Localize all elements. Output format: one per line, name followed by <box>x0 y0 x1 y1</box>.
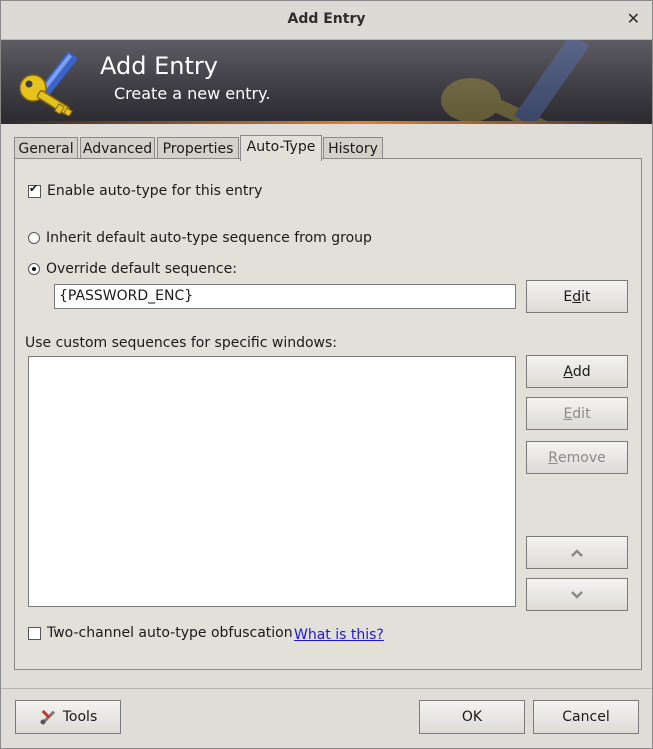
add-association-button[interactable]: Add <box>526 355 628 388</box>
add-label-post: dd <box>572 363 591 380</box>
chevron-up-icon <box>571 548 583 557</box>
close-icon[interactable]: ✕ <box>627 9 640 28</box>
remove-association-button[interactable]: Remove <box>526 441 628 474</box>
move-up-button[interactable] <box>526 536 628 569</box>
cancel-button[interactable]: Cancel <box>533 700 639 734</box>
edit-sequence-label-post: it <box>581 288 591 305</box>
edit-sequence-accel: d <box>572 288 582 305</box>
enable-autotype-label: Enable auto-type for this entry <box>47 183 263 199</box>
tab-auto-type[interactable]: Auto-Type <box>240 135 322 161</box>
tab-history[interactable]: History <box>323 137 383 159</box>
edit-association-button[interactable]: Edit <box>526 397 628 430</box>
add-accel: A <box>563 363 573 380</box>
sequence-input[interactable]: {PASSWORD_ENC} <box>54 284 516 309</box>
header-banner: Add Entry Create a new entry. <box>1 40 652 124</box>
banner-watermark-icon <box>441 40 590 124</box>
remove-label-post: emove <box>558 449 606 466</box>
move-down-button[interactable] <box>526 578 628 611</box>
enable-autotype-row[interactable]: Enable auto-type for this entry <box>28 182 263 199</box>
custom-sequences-label: Use custom sequences for specific window… <box>25 335 337 351</box>
edit-sequence-button[interactable]: Ed it <box>526 280 628 313</box>
window-title: Add Entry <box>287 11 366 27</box>
inherit-sequence-label: Inherit default auto-type sequence from … <box>46 230 372 246</box>
tab-properties[interactable]: Properties <box>157 137 239 159</box>
edit-sequence-label-pre: E <box>563 288 573 305</box>
title-bar: Add Entry ✕ <box>1 1 652 40</box>
tools-icon <box>40 709 55 725</box>
what-is-this-link[interactable]: What is this? <box>294 627 384 643</box>
obfuscation-label: Two-channel auto-type obfuscation <box>47 625 293 641</box>
add-entry-dialog: Add Entry ✕ Add Entry Create a new entry… <box>0 0 653 749</box>
inherit-sequence-radio[interactable] <box>28 232 40 244</box>
tab-general[interactable]: General <box>14 137 78 159</box>
tools-button[interactable]: Tools <box>15 700 121 734</box>
override-sequence-label: Override default sequence: <box>46 261 237 277</box>
ok-button[interactable]: OK <box>419 700 525 734</box>
override-sequence-radio[interactable] <box>28 263 40 275</box>
chevron-down-icon <box>571 590 583 599</box>
banner-accent-bar <box>1 121 652 124</box>
banner-subtitle: Create a new entry. <box>114 84 271 103</box>
obfuscation-checkbox[interactable] <box>28 626 41 640</box>
remove-accel: R <box>548 449 558 466</box>
obfuscation-row[interactable]: Two-channel auto-type obfuscation <box>28 625 293 641</box>
banner-title: Add Entry <box>100 52 218 80</box>
tools-label: Tools <box>62 709 98 725</box>
override-sequence-row[interactable]: Override default sequence: <box>28 261 237 277</box>
inherit-sequence-row[interactable]: Inherit default auto-type sequence from … <box>28 230 372 246</box>
auto-type-panel: Enable auto-type for this entry Inherit … <box>14 158 642 670</box>
tab-advanced[interactable]: Advanced <box>80 137 155 159</box>
custom-sequences-list[interactable] <box>28 356 516 607</box>
edit-label-post: dit <box>572 405 591 422</box>
enable-autotype-checkbox[interactable] <box>28 182 41 198</box>
key-pen-icon <box>19 51 78 116</box>
edit-accel: E <box>563 405 573 422</box>
footer-separator <box>1 688 652 689</box>
